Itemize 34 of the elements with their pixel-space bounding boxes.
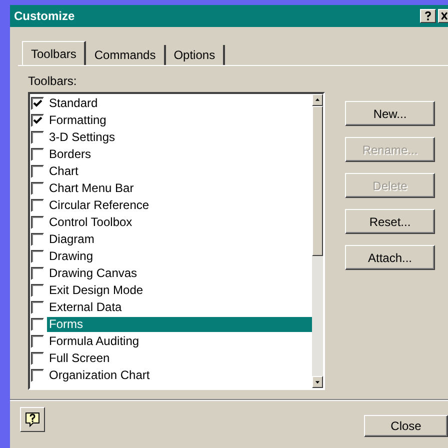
scroll-up-icon[interactable] bbox=[312, 94, 323, 106]
toolbar-item[interactable]: Organization Chart bbox=[47, 368, 312, 383]
checkbox[interactable] bbox=[31, 318, 44, 331]
toolbar-item[interactable]: Borders bbox=[47, 147, 312, 162]
toolbar-item[interactable]: Circular Reference bbox=[47, 198, 312, 213]
toolbar-item[interactable]: Standard bbox=[47, 96, 312, 111]
toolbar-item[interactable]: Chart Menu Bar bbox=[47, 181, 312, 196]
toolbar-item[interactable]: Chart bbox=[47, 164, 312, 179]
toolbar-item[interactable]: Drawing bbox=[47, 249, 312, 264]
scroll-down-icon[interactable] bbox=[312, 376, 323, 388]
dialog-button[interactable]: New... bbox=[345, 101, 435, 126]
tab[interactable]: Options bbox=[166, 45, 226, 65]
toolbar-item[interactable]: Drawing Canvas bbox=[47, 266, 312, 281]
toolbar-item[interactable]: Forms bbox=[47, 317, 312, 332]
toolbar-item[interactable]: Formatting bbox=[47, 113, 312, 128]
scroll-thumb[interactable] bbox=[312, 106, 323, 256]
tab[interactable]: Commands bbox=[86, 45, 166, 65]
help-icon bbox=[24, 411, 41, 428]
window-title: Customize bbox=[14, 9, 76, 23]
toolbar-item[interactable]: Control Toolbox bbox=[47, 215, 312, 230]
toolbar-item[interactable]: Formula Auditing bbox=[47, 334, 312, 349]
toolbar-item[interactable]: Exit Design Mode bbox=[47, 283, 312, 298]
toolbar-item[interactable]: External Data bbox=[47, 300, 312, 315]
close-icon[interactable] bbox=[438, 9, 448, 23]
dialog-button[interactable]: Reset... bbox=[345, 209, 435, 234]
tab[interactable]: Toolbars bbox=[22, 41, 86, 65]
toolbar-item[interactable]: Full Screen bbox=[47, 351, 312, 366]
dialog-button[interactable]: Attach... bbox=[345, 245, 435, 270]
toolbars-label: Toolbars: bbox=[28, 74, 78, 88]
toolbar-item[interactable]: Diagram bbox=[47, 232, 312, 247]
close-button[interactable]: Close bbox=[364, 415, 448, 437]
help-icon[interactable] bbox=[420, 9, 436, 23]
help-button[interactable] bbox=[20, 407, 45, 432]
toolbar-item[interactable]: 3-D Settings bbox=[47, 130, 312, 145]
